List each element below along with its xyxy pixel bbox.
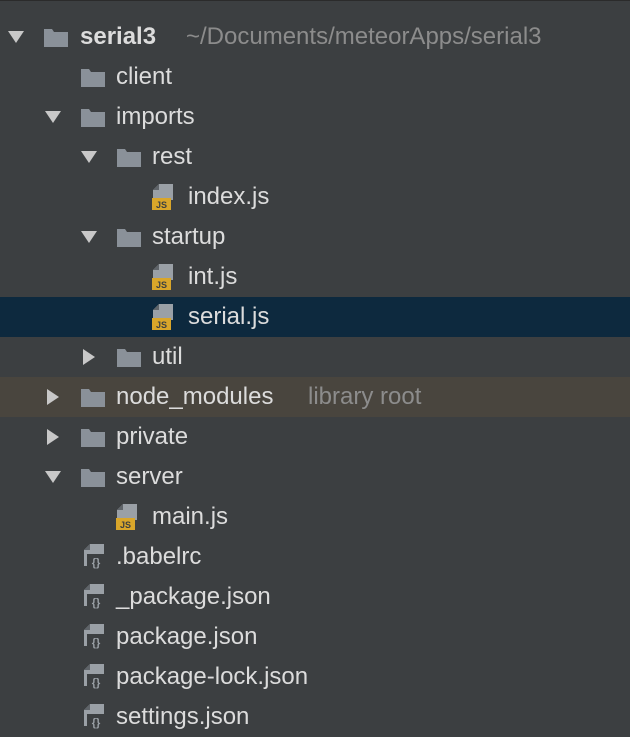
folder-icon	[115, 343, 143, 371]
js-file-icon: JS	[151, 303, 179, 331]
svg-text:JS: JS	[156, 280, 167, 290]
folder-icon	[79, 383, 107, 411]
tree-label-package-json: package.json	[116, 623, 258, 650]
tree-label-package-lock-json: package-lock.json	[116, 663, 309, 690]
tree-row-serial-js[interactable]: JS serial.js	[0, 297, 630, 337]
project-path: ~/Documents/meteorApps/serial3	[186, 23, 542, 50]
tree-label-serial-js: serial.js	[188, 303, 270, 330]
tree-row-index-js[interactable]: JS index.js	[0, 177, 630, 217]
triangle-down-icon[interactable]	[6, 27, 26, 47]
svg-text:JS: JS	[156, 200, 167, 210]
js-file-icon: JS	[151, 263, 179, 291]
tree-row-util[interactable]: util	[0, 337, 630, 377]
json-file-icon: {}	[82, 663, 110, 691]
tree-row-client[interactable]: client	[0, 57, 630, 97]
tree-label-index-js: index.js	[188, 183, 270, 210]
tree-label-server: server	[116, 463, 183, 490]
tree-label-rest: rest	[152, 143, 193, 170]
json-file-icon: {}	[82, 583, 110, 611]
triangle-down-icon[interactable]	[43, 467, 63, 487]
folder-icon	[79, 463, 107, 491]
triangle-down-icon[interactable]	[43, 107, 63, 127]
svg-text:{}: {}	[92, 717, 101, 729]
tree-row-settings-json[interactable]: {} settings.json	[0, 697, 630, 737]
triangle-down-icon[interactable]	[79, 147, 99, 167]
folder-icon	[79, 63, 107, 91]
json-file-icon: {}	[82, 623, 110, 651]
tree-label-babelrc: .babelrc	[116, 543, 202, 570]
tree-row-imports[interactable]: imports	[0, 97, 630, 137]
folder-icon	[79, 103, 107, 131]
tree-label-main-js: main.js	[152, 503, 229, 530]
triangle-right-icon[interactable]	[43, 427, 63, 447]
tree-row-rest[interactable]: rest	[0, 137, 630, 177]
folder-icon	[115, 223, 143, 251]
svg-text:JS: JS	[156, 320, 167, 330]
tree-label-int-js: int.js	[188, 263, 238, 290]
tree-row-babelrc[interactable]: {} .babelrc	[0, 537, 630, 577]
folder-icon	[42, 23, 70, 51]
js-file-icon: JS	[115, 503, 143, 531]
tree-row-int-js[interactable]: JS int.js	[0, 257, 630, 297]
tree-row-package-json[interactable]: {} package.json	[0, 617, 630, 657]
tree-row-private[interactable]: private	[0, 417, 630, 457]
svg-text:{}: {}	[92, 557, 101, 569]
tree-label-imports: imports	[116, 103, 195, 130]
folder-icon	[115, 143, 143, 171]
tree-label-private: private	[116, 423, 189, 450]
tree-label-startup: startup	[152, 223, 226, 250]
triangle-right-icon[interactable]	[43, 387, 63, 407]
json-file-icon: {}	[82, 543, 110, 571]
json-file-icon: {}	[82, 703, 110, 731]
tree-row-server[interactable]: server	[0, 457, 630, 497]
project-tree: serial3 ~/Documents/meteorApps/serial3 c…	[0, 0, 630, 734]
folder-icon	[79, 423, 107, 451]
tree-row-node-modules[interactable]: node_modules library root	[0, 377, 630, 417]
library-root-hint: library root	[308, 383, 422, 410]
tree-row-serial3[interactable]: serial3 ~/Documents/meteorApps/serial3	[0, 17, 630, 57]
tree-label-util: util	[152, 343, 183, 370]
js-file-icon: JS	[151, 183, 179, 211]
tree-row-main-js[interactable]: JS main.js	[0, 497, 630, 537]
tree-label-node-modules: node_modules	[116, 383, 274, 410]
top-divider	[0, 0, 630, 1]
svg-text:{}: {}	[92, 677, 101, 689]
svg-text:{}: {}	[92, 637, 101, 649]
tree-row-package-lock-json[interactable]: {} package-lock.json	[0, 657, 630, 697]
tree-label-client: client	[116, 63, 173, 90]
svg-text:{}: {}	[92, 597, 101, 609]
project-name: serial3	[80, 23, 157, 50]
triangle-right-icon[interactable]	[79, 347, 99, 367]
tree-label-settings-json: settings.json	[116, 703, 250, 730]
svg-text:JS: JS	[120, 520, 131, 530]
triangle-down-icon[interactable]	[79, 227, 99, 247]
tree-row-startup[interactable]: startup	[0, 217, 630, 257]
tree-label-underscore-package-json: _package.json	[116, 583, 271, 610]
tree-row-underscore-package-json[interactable]: {} _package.json	[0, 577, 630, 617]
